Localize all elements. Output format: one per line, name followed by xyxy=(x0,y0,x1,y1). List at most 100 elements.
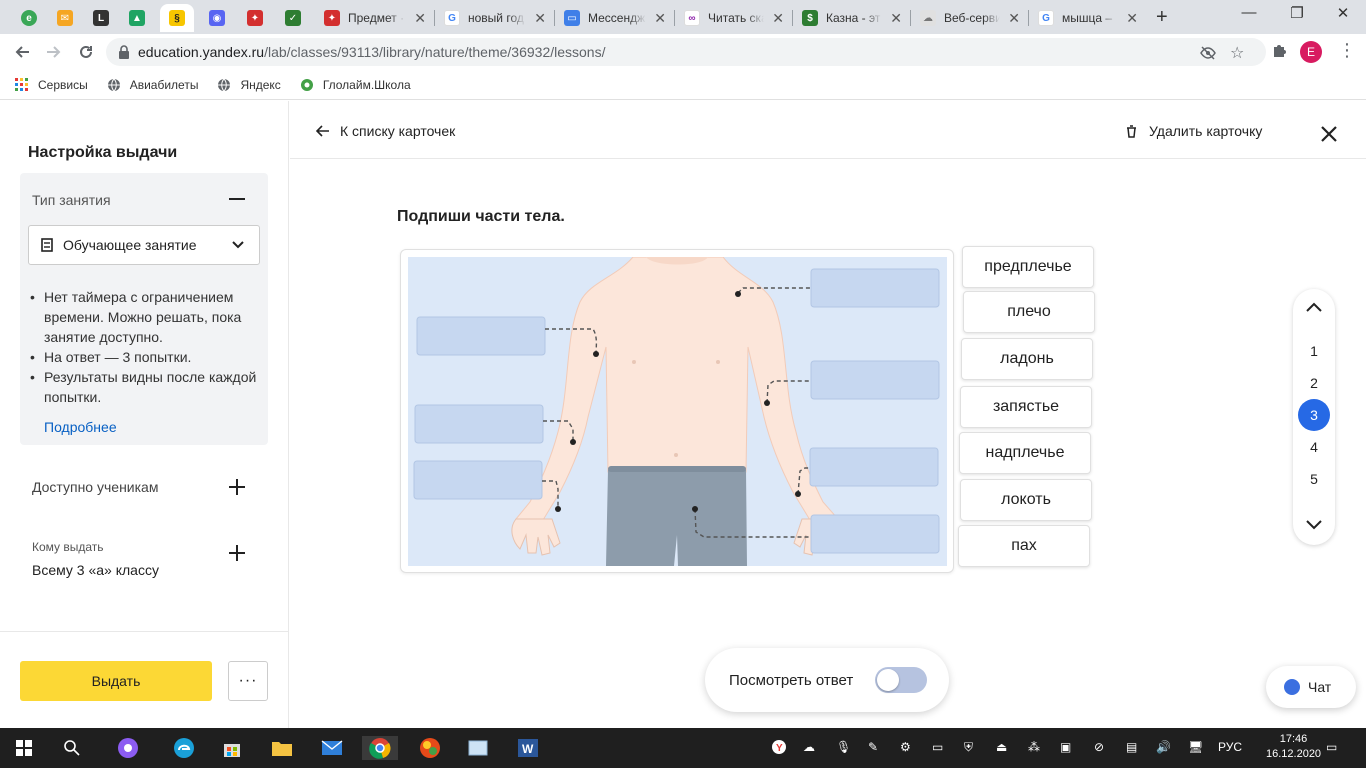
usb-tray-icon[interactable]: ⏏ xyxy=(996,740,1007,754)
forward-arrow-icon[interactable] xyxy=(42,40,66,64)
wifi-tray-icon[interactable]: ▤ xyxy=(1126,740,1137,754)
tab-new-year[interactable]: Gновый год ✕ xyxy=(436,4,554,32)
tab-pinned-7[interactable]: ✦ xyxy=(238,4,272,32)
close-icon[interactable]: ✕ xyxy=(534,10,546,27)
network-off-tray-icon[interactable]: ⊘ xyxy=(1094,740,1104,754)
tab-predmet[interactable]: ✦ Предмет · ✕ xyxy=(316,4,434,32)
word-card[interactable]: плечо xyxy=(963,291,1095,333)
close-icon[interactable]: ✕ xyxy=(654,10,666,27)
tab-pinned-4[interactable]: ▲ xyxy=(120,4,154,32)
menu-dots-icon[interactable]: ⋮ xyxy=(1338,40,1356,61)
panel-title: Настройка выдачи xyxy=(28,144,178,161)
word-card[interactable]: пах xyxy=(958,525,1090,567)
back-to-cards-link[interactable]: К списку карточек xyxy=(316,123,455,139)
close-icon[interactable] xyxy=(1320,125,1338,143)
bookmark-services[interactable]: Сервисы xyxy=(14,77,88,93)
close-icon[interactable]: ✕ xyxy=(1008,10,1020,27)
tab-pinned-active[interactable]: § xyxy=(160,4,194,32)
restore-icon[interactable]: ❐ xyxy=(1274,4,1320,22)
chevron-up-icon[interactable] xyxy=(1305,301,1323,313)
tab-kazna[interactable]: $ Казна - эт ✕ xyxy=(794,4,910,32)
tab-pinned-1[interactable]: e xyxy=(12,4,46,32)
back-label: К списку карточек xyxy=(340,123,456,139)
body-illustration xyxy=(408,257,947,566)
show-answer-toggle[interactable] xyxy=(875,667,927,693)
window-close-icon[interactable]: ✕ xyxy=(1320,4,1366,22)
delete-card-button[interactable]: Удалить карточку xyxy=(1126,123,1262,139)
expand-plus-icon[interactable] xyxy=(229,545,245,561)
tab-pinned-6[interactable]: ◉ xyxy=(200,4,234,32)
folder-icon[interactable] xyxy=(270,736,294,760)
dots-tray-icon[interactable]: ⁂ xyxy=(1028,740,1040,754)
page-2[interactable]: 2 xyxy=(1298,367,1330,399)
google-icon: G xyxy=(444,10,460,26)
windows-start-icon[interactable] xyxy=(12,736,36,760)
search-icon[interactable] xyxy=(60,736,84,760)
cloud-tray-icon[interactable]: ☁ xyxy=(803,740,815,754)
chevron-down-icon[interactable] xyxy=(1305,519,1323,531)
edge-icon[interactable] xyxy=(172,736,196,760)
close-icon[interactable]: ✕ xyxy=(772,10,784,27)
mail-icon[interactable] xyxy=(320,736,344,760)
reload-icon[interactable] xyxy=(74,40,98,64)
word-card[interactable]: локоть xyxy=(960,479,1092,521)
tab-pinned-3[interactable]: L xyxy=(84,4,118,32)
chrome-taskbar-icon[interactable] xyxy=(362,736,398,760)
close-icon[interactable]: ✕ xyxy=(1126,10,1138,27)
store-icon[interactable] xyxy=(220,736,244,760)
language-indicator[interactable]: РУС xyxy=(1218,740,1242,754)
page-1[interactable]: 1 xyxy=(1298,335,1330,367)
page-5[interactable]: 5 xyxy=(1298,463,1330,495)
back-arrow-icon[interactable] xyxy=(10,40,34,64)
taskbar-clock[interactable]: 17:46 16.12.2020 xyxy=(1266,732,1321,762)
rule-item: Результаты видны после каждой попытки. xyxy=(30,367,264,407)
page-3-current[interactable]: 3 xyxy=(1298,399,1330,431)
satellite-tray-icon[interactable]: ⚙ xyxy=(900,740,911,754)
chat-button[interactable]: Чат xyxy=(1266,666,1356,708)
bookmark-school[interactable]: Глолайм.Школа xyxy=(299,77,411,93)
monitor-tray-icon[interactable]: ▣ xyxy=(1060,740,1071,754)
tab-pinned-2[interactable]: ✉ xyxy=(48,4,82,32)
word-card[interactable]: ладонь xyxy=(961,338,1093,380)
word-icon[interactable]: W xyxy=(516,736,540,760)
word-card[interactable]: надплечье xyxy=(959,432,1091,474)
minimize-icon[interactable]: — xyxy=(1226,4,1272,21)
tab-messenger[interactable]: ▭ Мессендж ✕ xyxy=(556,4,674,32)
tab-read[interactable]: ∞ Читать ска ✕ xyxy=(676,4,792,32)
tab-web-service[interactable]: ☁ Веб-серви ✕ xyxy=(912,4,1028,32)
page-4[interactable]: 4 xyxy=(1298,431,1330,463)
more-options-button[interactable]: ··· xyxy=(228,661,268,701)
url-field[interactable]: education.yandex.ru/lab/classes/93113/li… xyxy=(106,38,1266,66)
close-icon[interactable]: ✕ xyxy=(890,10,902,27)
microphone-tray-icon[interactable]: 🎙 xyxy=(836,740,851,754)
word-card[interactable]: предплечье xyxy=(962,246,1094,288)
notes-icon[interactable] xyxy=(466,736,490,760)
collapse-minus-icon[interactable] xyxy=(229,198,245,200)
profile-avatar[interactable]: E xyxy=(1300,41,1322,63)
more-info-link[interactable]: Подробнее xyxy=(44,419,117,435)
bookmark-yandex[interactable]: Яндекс xyxy=(216,77,281,93)
lesson-type-select[interactable]: Обучающее занятие xyxy=(28,225,260,265)
tab-pinned-8[interactable]: ✓ xyxy=(276,4,310,32)
bookmark-avia[interactable]: Авиабилеты xyxy=(106,77,199,93)
alice-icon[interactable] xyxy=(116,736,140,760)
word-card[interactable]: запястье xyxy=(960,386,1092,428)
pen-tray-icon[interactable]: ✎ xyxy=(868,740,878,754)
new-tab-plus-icon[interactable]: + xyxy=(1156,6,1168,29)
close-icon[interactable]: ✕ xyxy=(414,10,426,27)
notifications-icon[interactable]: ▭ xyxy=(1326,740,1337,754)
globe-app-icon[interactable] xyxy=(418,736,442,760)
bookmark-label: Авиабилеты xyxy=(129,77,199,92)
shield-tray-icon[interactable]: ⛨ xyxy=(964,740,973,755)
tab-title: новый год xyxy=(468,11,524,25)
tab-muscle[interactable]: Gмышца – ✕ xyxy=(1030,4,1146,32)
display-tray-icon[interactable]: ▭ xyxy=(932,740,943,754)
volume-icon[interactable]: 🔊 xyxy=(1156,740,1171,754)
issue-button[interactable]: Выдать xyxy=(20,661,212,701)
eye-off-icon[interactable] xyxy=(1200,46,1216,65)
extensions-puzzle-icon[interactable] xyxy=(1272,42,1288,63)
yandex-tray-icon[interactable]: Y xyxy=(772,740,786,757)
expand-plus-icon[interactable] xyxy=(229,479,245,495)
network-icon[interactable]: 🖥 xyxy=(1188,740,1203,754)
star-icon[interactable]: ☆ xyxy=(1230,43,1244,63)
